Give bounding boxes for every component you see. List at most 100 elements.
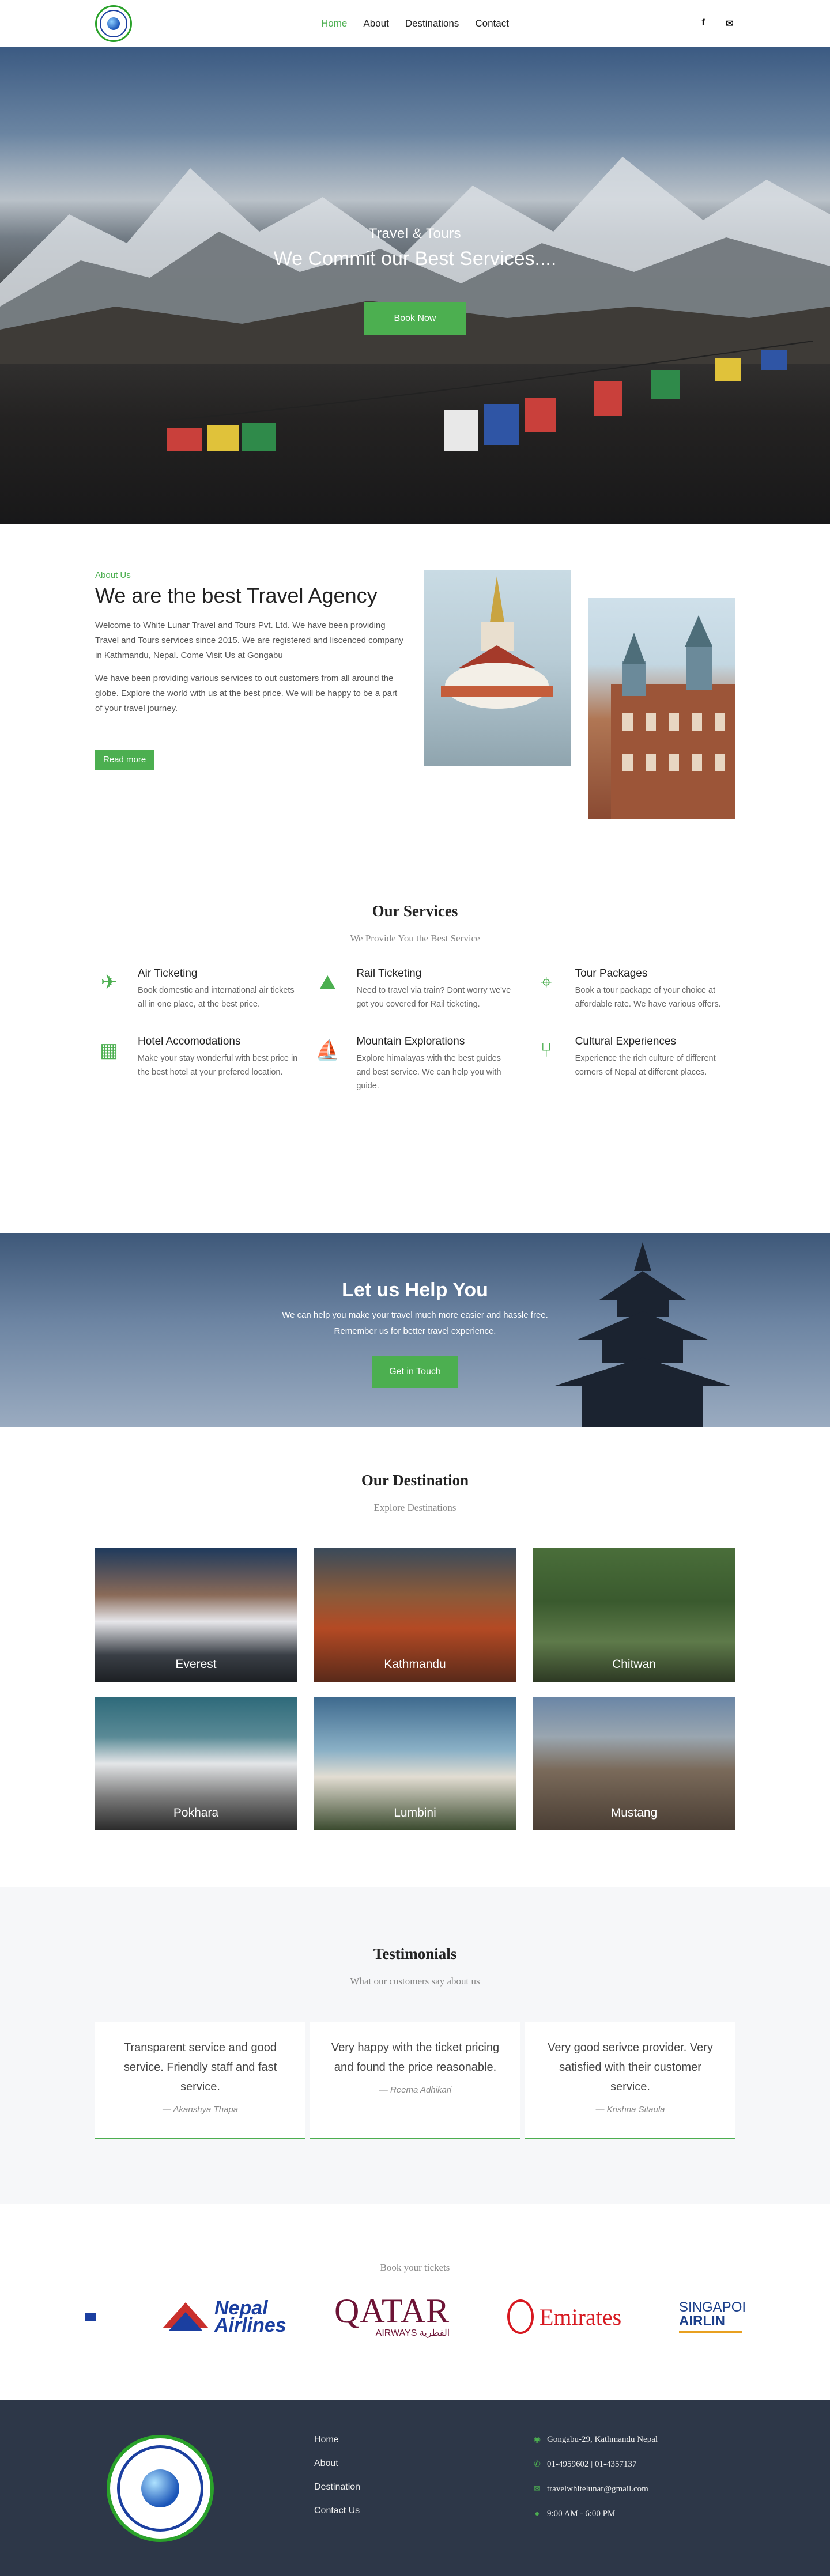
destination-label: Mustang xyxy=(610,1806,658,1820)
footer-link-home[interactable]: Home xyxy=(314,2435,360,2445)
footer-link-contact[interactable]: Contact Us xyxy=(314,2506,360,2516)
logo-text: Emirates xyxy=(540,2303,622,2330)
service-text: Make your stay wonderful with best price… xyxy=(138,1054,298,1077)
footer-phone: 01-4959602 | 01-4357137 xyxy=(547,2460,637,2469)
site-logo[interactable] xyxy=(95,5,132,42)
destinations-title: Our Destination xyxy=(361,1472,469,1489)
testimonial-card: Very good serivce provider. Very satisfi… xyxy=(525,2022,735,2139)
destination-card-lumbini[interactable]: Lumbini xyxy=(314,1697,516,1830)
nav-contact[interactable]: Contact xyxy=(475,18,509,29)
service-text: Need to travel via train? Dont worry we'… xyxy=(356,986,511,1009)
destinations-section: Our Destination Explore Destinations Eve… xyxy=(0,1427,830,1887)
destination-label: Kathmandu xyxy=(384,1658,446,1671)
testimonials-section: Testimonials What our customers say abou… xyxy=(0,1887,830,2204)
singapore-airlines-logo[interactable]: SINGAPOI AIRLIN xyxy=(679,2291,746,2343)
nepal-airlines-logo[interactable]: Nepal Airlines xyxy=(163,2291,286,2343)
service-title: Tour Packages xyxy=(575,967,648,979)
temple-image xyxy=(588,598,735,819)
testimonial-card: Very happy with the ticket pricing and f… xyxy=(310,2022,520,2139)
testimonials-title: Testimonials xyxy=(373,1945,457,1962)
service-title: Mountain Explorations xyxy=(356,1035,465,1047)
service-text: Explore himalayas with the best guides a… xyxy=(356,1054,501,1091)
service-text: Book domestic and international air tick… xyxy=(138,986,295,1009)
destination-label: Pokhara xyxy=(173,1806,219,1820)
site-footer: Home About Destination Contact Us ◉ Gonga… xyxy=(0,2400,830,2576)
globe-icon xyxy=(141,2469,179,2507)
destination-label: Lumbini xyxy=(394,1806,436,1820)
mail-icon: ✉ xyxy=(534,2485,541,2494)
testimonial-author: — Reema Adhikari xyxy=(379,2085,452,2095)
hotel-icon: ▦ xyxy=(99,1039,119,1061)
destination-card-everest[interactable]: Everest xyxy=(95,1548,297,1682)
map-pin-icon: ⌖ xyxy=(541,971,552,993)
about-kicker: About Us xyxy=(95,570,131,580)
service-item: ⑂ Cultural Experiences Experience the ric… xyxy=(533,1035,735,1093)
logo-text: AIRWAYS القطرية xyxy=(375,2328,450,2338)
footer-link-destination[interactable]: Destination xyxy=(314,2482,360,2492)
facebook-icon[interactable]: f xyxy=(698,18,708,29)
pagoda-silhouette xyxy=(553,1242,732,1427)
get-in-touch-button[interactable]: Get in Touch xyxy=(372,1356,458,1388)
qatar-airways-logo[interactable]: QATAR AIRWAYS القطرية xyxy=(334,2291,450,2343)
testimonial-author: — Akanshya Thapa xyxy=(162,2105,239,2114)
service-item: ⌖ Tour Packages Book a tour package of yo… xyxy=(533,967,735,1011)
services-title: Our Services xyxy=(372,902,458,920)
train-icon: ⛰ xyxy=(319,971,336,993)
help-line-1: We can help you make your travel much mo… xyxy=(282,1310,548,1320)
service-text: Experience the rich culture of different… xyxy=(575,1054,716,1077)
footer-address: Gongabu-29, Kathmandu Nepal xyxy=(547,2435,658,2444)
destination-label: Chitwan xyxy=(612,1658,656,1671)
plane-icon: ✈ xyxy=(100,971,118,993)
book-now-button[interactable]: Book Now xyxy=(364,302,466,335)
footer-link-about[interactable]: About xyxy=(314,2458,360,2469)
footer-contact: ◉ Gongabu-29, Kathmandu Nepal ✆ 01-4959602… xyxy=(533,2435,658,2534)
help-banner: Let us Help You We can help you make you… xyxy=(0,1233,830,1427)
footer-email[interactable]: travelwhitelunar@gmail.com xyxy=(547,2484,648,2494)
nav-home[interactable]: Home xyxy=(321,18,347,29)
destination-card-pokhara[interactable]: Pokhara xyxy=(95,1697,297,1830)
sailboat-icon: ⛵ xyxy=(315,1039,340,1061)
stupa-image xyxy=(424,570,571,766)
testimonial-quote: Transparent service and good service. Fr… xyxy=(123,2041,277,2093)
destinations-subtitle: Explore Destinations xyxy=(373,1502,456,1513)
service-title: Hotel Accomodations xyxy=(138,1035,241,1047)
logo-text: AIRLIN xyxy=(679,2313,725,2329)
nav-about[interactable]: About xyxy=(363,18,388,29)
map-pin-icon: ◉ xyxy=(533,2435,541,2444)
social-links: f ✉ xyxy=(698,18,735,29)
service-title: Cultural Experiences xyxy=(575,1035,676,1047)
read-more-button[interactable]: Read more xyxy=(95,750,154,770)
service-item: ✈ Air Ticketing Book domestic and interna… xyxy=(95,967,297,1011)
footer-logo xyxy=(107,2435,214,2542)
help-line-2: Remember us for better travel experience… xyxy=(334,1326,496,1336)
emirates-logo[interactable]: Emirates xyxy=(507,2291,621,2343)
globe-icon xyxy=(107,17,120,30)
about-section: About Us We are the best Travel Agency W… xyxy=(0,524,830,870)
airline-carousel: Nepal Airlines QATAR AIRWAYS القطرية Emi… xyxy=(0,2291,830,2343)
service-item: ▦ Hotel Accomodations Make your stay wond… xyxy=(95,1035,297,1093)
destination-label: Everest xyxy=(175,1658,217,1671)
site-header: Home About Destinations Contact f ✉ xyxy=(0,0,830,47)
about-title: We are the best Travel Agency xyxy=(95,584,378,607)
service-text: Book a tour package of your choice at af… xyxy=(575,986,721,1009)
airline-logo-partial xyxy=(85,2291,96,2343)
main-nav: Home About Destinations Contact xyxy=(321,18,509,29)
hero-subtitle: Travel & Tours xyxy=(368,226,462,241)
airlines-section: Book your tickets Nepal Airlines QATAR A… xyxy=(0,2204,830,2400)
destination-card-kathmandu[interactable]: Kathmandu xyxy=(314,1548,516,1682)
footer-hours: 9:00 AM - 6:00 PM xyxy=(547,2509,616,2518)
logo-text: QATAR xyxy=(334,2292,450,2330)
logo-text: Airlines xyxy=(214,2314,286,2336)
mail-icon[interactable]: ✉ xyxy=(725,18,735,29)
hero-title: We Commit our Best Services.... xyxy=(273,248,557,270)
destination-card-chitwan[interactable]: Chitwan xyxy=(533,1548,735,1682)
destination-card-mustang[interactable]: Mustang xyxy=(533,1697,735,1830)
service-item: ⛵ Mountain Explorations Explore himalayas… xyxy=(314,1035,516,1093)
testimonials-subtitle: What our customers say about us xyxy=(350,1976,480,1987)
testimonial-author: — Krishna Sitaula xyxy=(595,2105,665,2114)
nav-destinations[interactable]: Destinations xyxy=(405,18,459,29)
prayer-flags xyxy=(155,341,813,451)
clock-icon: ● xyxy=(534,2509,540,2518)
services-section: Our Services We Provide You the Best Ser… xyxy=(0,870,830,1233)
testimonial-quote: Very good serivce provider. Very satisfi… xyxy=(548,2041,713,2093)
